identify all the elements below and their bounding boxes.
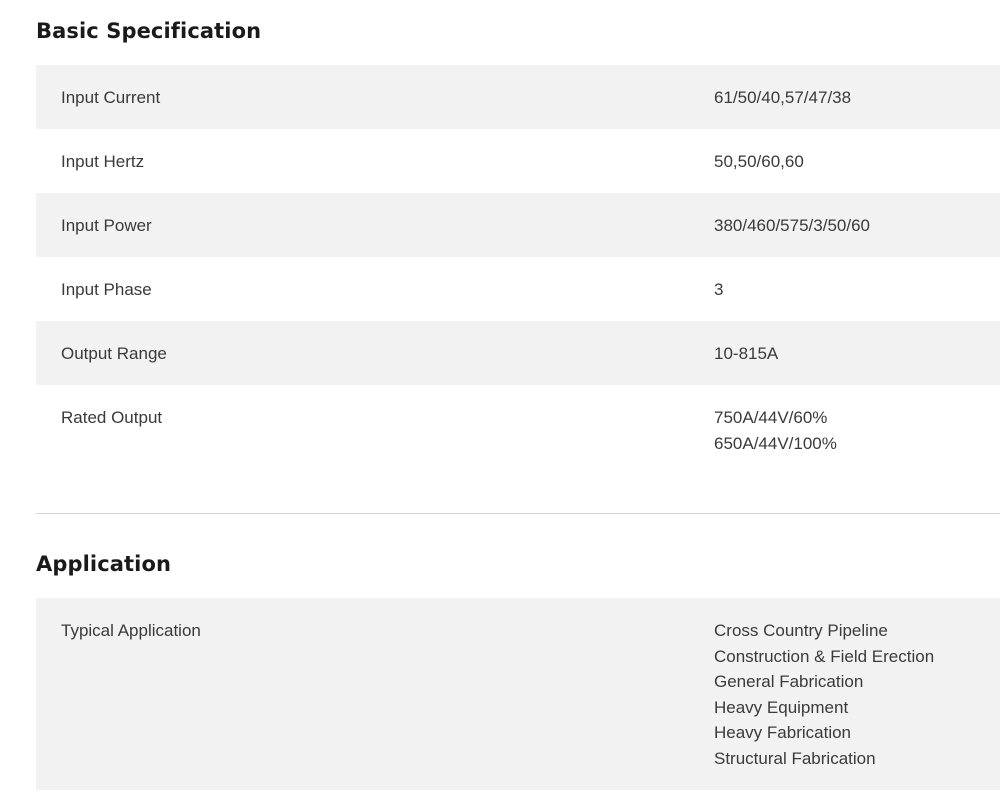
spec-label: Rated Output — [61, 408, 163, 427]
spec-value-line: Construction & Field Erection — [714, 646, 935, 666]
spec-value-line: 50,50/60,60 — [714, 152, 804, 171]
spec-row-input-hertz: Input Hertz 50,50/60,60 — [36, 129, 1000, 193]
spec-value-line: Heavy Fabrication — [714, 723, 852, 743]
spec-label: Input Power — [61, 216, 152, 235]
spec-value-line: Heavy Equipment — [714, 697, 849, 717]
spec-value: 3 — [714, 277, 1000, 321]
spec-row-rated-output: Rated Output 750A/44V/60% 650A/44V/100% — [36, 385, 1000, 475]
spec-row-input-current: Input Current 61/50/40,57/47/38 — [36, 65, 1000, 129]
application-title: Application — [36, 552, 172, 576]
spec-value-line: Cross Country Pipeline — [714, 621, 888, 640]
spec-label: Typical Application — [61, 621, 201, 640]
spec-label: Input Hertz — [61, 152, 145, 171]
spec-value-line: 750A/44V/60% — [714, 408, 828, 427]
spec-value-line: Structural Fabrication — [714, 748, 876, 768]
spec-value: 61/50/40,57/47/38 — [714, 85, 1000, 129]
spec-value-line: 3 — [714, 280, 724, 299]
spec-row-input-power: Input Power 380/460/575/3/50/60 — [36, 193, 1000, 257]
basic-specification-title: Basic Specification — [36, 19, 262, 43]
spec-value: 380/460/575/3/50/60 — [714, 213, 1000, 257]
basic-specification-table: Input Current 61/50/40,57/47/38 Input He… — [36, 65, 1000, 475]
spec-value: Cross Country Pipeline Construction & Fi… — [714, 618, 1000, 790]
spec-value-line: 10-815A — [714, 344, 779, 363]
spec-value-line: 650A/44V/100% — [714, 433, 837, 453]
spec-value-line: General Fabrication — [714, 672, 864, 692]
spec-value: 50,50/60,60 — [714, 149, 1000, 193]
spec-row-output-range: Output Range 10-815A — [36, 321, 1000, 385]
section-divider — [36, 513, 1000, 514]
spec-row-typical-application: Typical Application Cross Country Pipeli… — [36, 598, 1000, 790]
spec-value-line: 61/50/40,57/47/38 — [714, 88, 852, 107]
spec-label: Output Range — [61, 344, 167, 363]
spec-row-input-phase: Input Phase 3 — [36, 257, 1000, 321]
spec-label: Input Current — [61, 88, 161, 107]
spec-label: Input Phase — [61, 280, 152, 299]
spec-value-line: 380/460/575/3/50/60 — [714, 216, 870, 235]
spec-value: 750A/44V/60% 650A/44V/100% — [714, 405, 1000, 475]
spec-value: 10-815A — [714, 341, 1000, 385]
application-table: Typical Application Cross Country Pipeli… — [36, 598, 1000, 790]
